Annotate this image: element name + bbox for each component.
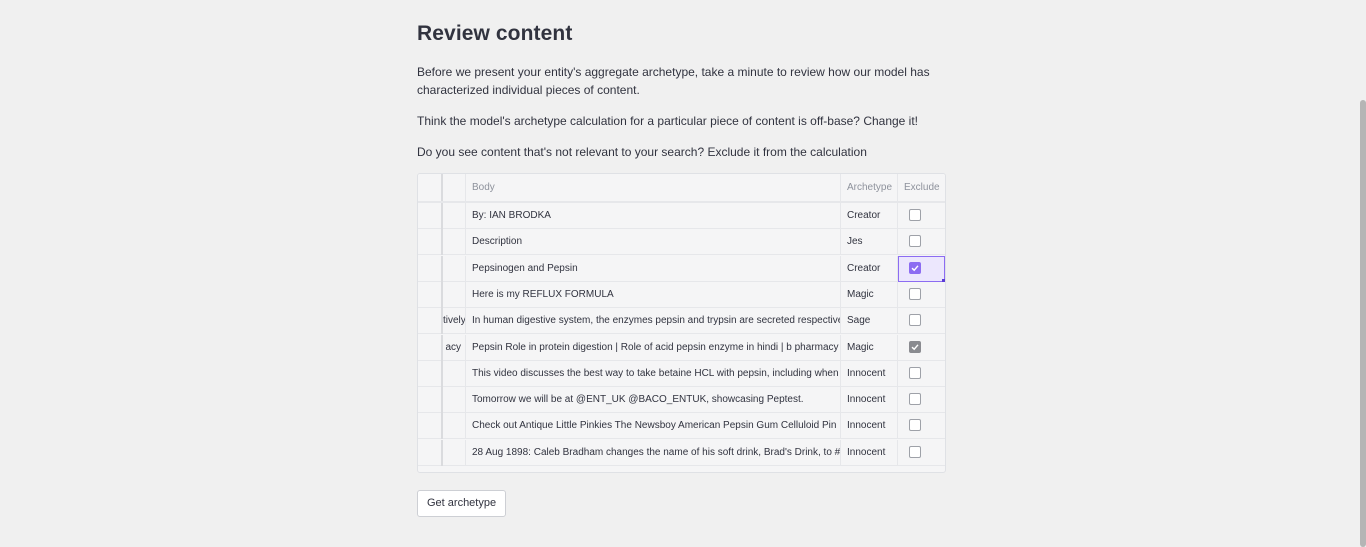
body-cell[interactable]: This video discusses the best way to tak… — [466, 360, 841, 387]
body-cell[interactable]: Pepsin Role in protein digestion | Role … — [466, 334, 841, 361]
archetype-cell[interactable]: Creator — [841, 203, 898, 229]
table-header: Body Archetype Exclude — [418, 174, 945, 203]
exclude-cell[interactable] — [898, 413, 945, 439]
hidden-column-cell[interactable] — [443, 229, 466, 256]
archetype-cell[interactable]: Innocent — [841, 413, 898, 440]
exclude-checkbox[interactable] — [909, 235, 921, 248]
exclude-cell[interactable] — [898, 229, 945, 255]
change-hint-paragraph: Think the model's archetype calculation … — [417, 114, 919, 128]
hidden-column-cell[interactable] — [443, 203, 466, 229]
body-cell[interactable]: Pepsinogen and Pepsin — [466, 255, 841, 282]
content-table[interactable]: Body Archetype Exclude By: IAN BRODKA Cre… — [417, 173, 946, 473]
page-scrollbar-thumb[interactable] — [1360, 100, 1366, 547]
hidden-column-cell[interactable] — [443, 387, 466, 414]
exclude-cell[interactable] — [898, 308, 945, 334]
row-index-cell[interactable] — [418, 413, 443, 440]
exclude-checkbox[interactable] — [909, 314, 921, 327]
row-index-cell[interactable] — [418, 308, 443, 335]
exclude-checkbox[interactable] — [909, 419, 921, 432]
exclude-checkbox[interactable] — [909, 261, 921, 274]
intro-paragraph: Before we present your entity's aggregat… — [417, 65, 930, 97]
exclude-checkbox[interactable] — [909, 445, 921, 458]
main-content: Review content Before we present your en… — [417, 22, 945, 174]
exclude-cell[interactable] — [898, 440, 945, 466]
archetype-cell[interactable]: Sage — [841, 308, 898, 335]
exclude-checkbox[interactable] — [909, 209, 921, 221]
row-index-cell[interactable] — [418, 360, 443, 387]
exclude-cell[interactable] — [898, 387, 945, 413]
body-cell[interactable]: Description — [466, 229, 841, 256]
header-hidden-column[interactable] — [443, 174, 466, 201]
body-cell[interactable]: By: IAN BRODKA — [466, 203, 841, 229]
page-title: Review content — [417, 22, 573, 45]
table-row[interactable]: Tomorrow we will be at @ENT_UK @BACO_ENT… — [418, 387, 945, 414]
hidden-column-cell[interactable] — [443, 255, 466, 282]
archetype-cell[interactable]: Innocent — [841, 439, 898, 466]
archetype-cell[interactable]: Magic — [841, 334, 898, 361]
header-archetype[interactable]: Archetype — [841, 174, 898, 201]
exclude-checkbox[interactable] — [909, 366, 921, 379]
header-index-cell — [418, 174, 443, 201]
table-row[interactable]: Description Jes — [418, 229, 945, 256]
exclude-cell[interactable] — [898, 203, 945, 229]
hidden-column-cell[interactable]: tively — [443, 308, 466, 335]
exclude-cell[interactable] — [898, 335, 945, 361]
archetype-cell[interactable]: Jes — [841, 229, 898, 256]
exclude-hint-paragraph: Do you see content that's not relevant t… — [417, 145, 867, 159]
hidden-column-cell[interactable]: acy — [443, 334, 466, 361]
archetype-cell[interactable]: Innocent — [841, 387, 898, 414]
row-index-cell[interactable] — [418, 203, 443, 229]
table-row[interactable]: acy Pepsin Role in protein digestion | Ro… — [418, 334, 945, 361]
header-body[interactable]: Body — [466, 174, 841, 201]
table-row[interactable]: By: IAN BRODKA Creator — [418, 203, 945, 229]
archetype-cell[interactable]: Magic — [841, 281, 898, 308]
row-index-cell[interactable] — [418, 255, 443, 282]
row-index-cell[interactable] — [418, 439, 443, 466]
header-exclude[interactable]: Exclude — [898, 174, 945, 201]
body-cell[interactable]: Check out Antique Little Pinkies The New… — [466, 413, 841, 440]
table-row[interactable]: tively In human digestive system, the enz… — [418, 308, 945, 335]
table-row[interactable]: 28 Aug 1898: Caleb Bradham changes the n… — [418, 439, 945, 466]
page-scrollbar-track[interactable] — [1360, 0, 1366, 547]
body-cell[interactable]: Tomorrow we will be at @ENT_UK @BACO_ENT… — [466, 387, 841, 414]
body-cell[interactable]: In human digestive system, the enzymes p… — [466, 308, 841, 335]
archetype-cell[interactable]: Creator — [841, 255, 898, 282]
row-index-cell[interactable] — [418, 387, 443, 414]
exclude-checkbox[interactable] — [909, 393, 921, 406]
row-index-cell[interactable] — [418, 281, 443, 308]
body-cell[interactable]: 28 Aug 1898: Caleb Bradham changes the n… — [466, 439, 841, 466]
table-row[interactable]: Check out Antique Little Pinkies The New… — [418, 413, 945, 440]
exclude-cell[interactable] — [898, 255, 945, 282]
hidden-column-cell[interactable] — [443, 281, 466, 308]
table-row[interactable]: Pepsinogen and Pepsin Creator — [418, 255, 945, 282]
row-index-cell[interactable] — [418, 229, 443, 256]
get-archetype-button[interactable]: Get archetype — [417, 490, 507, 517]
hidden-column-cell[interactable] — [443, 360, 466, 387]
hidden-column-cell[interactable] — [443, 413, 466, 440]
exclude-checkbox[interactable] — [909, 287, 921, 300]
exclude-checkbox[interactable] — [909, 340, 921, 353]
table-row[interactable]: Here is my REFLUX FORMULA Magic — [418, 281, 945, 308]
hidden-column-cell[interactable] — [443, 439, 466, 466]
body-cell[interactable]: Here is my REFLUX FORMULA — [466, 281, 841, 308]
archetype-cell[interactable]: Innocent — [841, 360, 898, 387]
exclude-cell[interactable] — [898, 361, 945, 387]
table-row[interactable]: This video discusses the best way to tak… — [418, 360, 945, 387]
row-index-cell[interactable] — [418, 334, 443, 361]
exclude-cell[interactable] — [898, 282, 945, 308]
